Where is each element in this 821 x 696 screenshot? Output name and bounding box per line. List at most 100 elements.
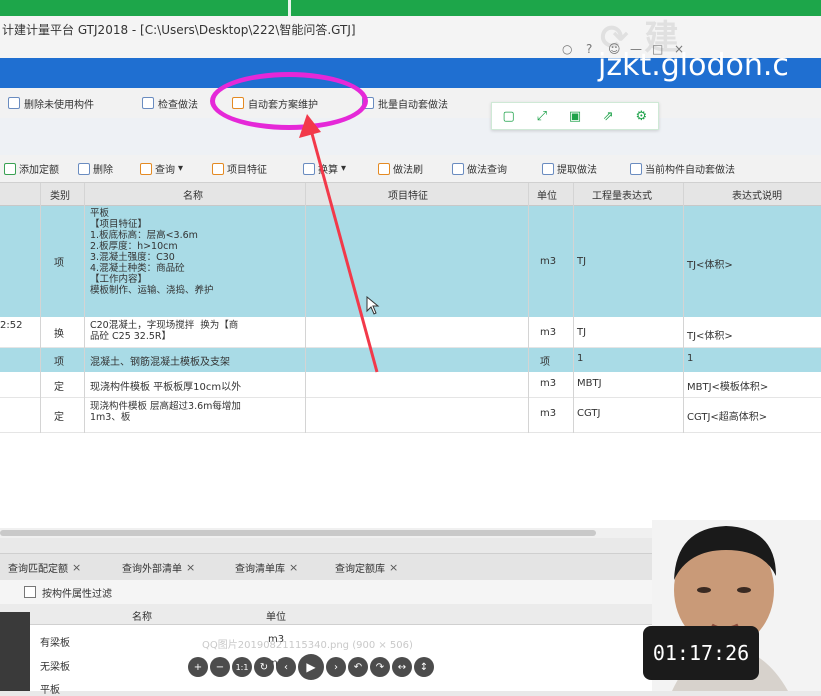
method-grid: 类别 名称 项目特征 单位 工程量表达式 表达式说明 项 平板 【项目特征】 1.板… <box>0 183 821 528</box>
lower-row-name[interactable]: 无梁板 <box>40 658 70 673</box>
fullscreen-icon[interactable]: ⤢ <box>531 109 553 124</box>
cell-name: C20混凝土，字现场搅拌 换为【商 品砼 C25 32.5R】 <box>90 320 239 342</box>
zoom-in-icon[interactable]: + <box>188 657 208 677</box>
check-method-button[interactable]: 检查做法 <box>142 95 198 111</box>
copy-icon[interactable]: ▢ <box>498 109 520 124</box>
cell-expression-desc: MBTJ<模板体积> <box>687 382 769 393</box>
rotate-icon[interactable]: ↻ <box>254 657 274 677</box>
top-bar <box>0 0 821 16</box>
floating-toolbar: ▢ ⤢ ▣ ⇗ ⚙ <box>491 102 659 130</box>
query-icon <box>452 162 464 175</box>
cell-unit: m3 <box>540 378 557 389</box>
chevron-down-icon: ▾ <box>178 163 184 174</box>
cell-expression-desc: CGTJ<超高体积> <box>687 412 768 423</box>
ribbon: 删除未使用构件 检查做法 自动套方案维护 批量自动套做法 <box>0 88 821 119</box>
fit-height-icon[interactable]: ↕ <box>414 657 434 677</box>
filter-checkbox[interactable] <box>24 586 36 598</box>
play-icon[interactable]: ▶ <box>298 654 324 680</box>
annotation-arrow <box>299 114 379 373</box>
filter-label: 按构件属性过滤 <box>42 589 112 600</box>
header-feature: 项目特征 <box>388 191 428 202</box>
image-caption: QQ图片20190821115340.png (900 × 506) <box>202 640 413 651</box>
add-quota-button[interactable]: 添加定额 <box>4 161 59 176</box>
auto-method-button[interactable]: 当前构件自动套做法 <box>630 161 735 176</box>
tab-external-list[interactable]: 查询外部清单 × <box>122 560 195 575</box>
header-name: 名称 <box>183 191 203 202</box>
query-button[interactable]: 查询 ▾ <box>140 161 183 176</box>
method-query-button[interactable]: 做法查询 <box>452 161 507 176</box>
close-icon[interactable]: × <box>186 561 195 574</box>
tab-label: 查询清单库 <box>235 564 285 575</box>
cell-category: 项 <box>54 357 64 368</box>
delete-icon <box>78 162 90 175</box>
delete-unused-button[interactable]: 删除未使用构件 <box>8 95 94 111</box>
actual-size-icon[interactable]: 1:1 <box>232 657 252 677</box>
table-row[interactable]: 项 平板 【项目特征】 1.板底标高：层高<3.6m 2.板厚度：h>10cm 3.混凝… <box>0 206 821 317</box>
scrollbar-thumb[interactable] <box>0 530 596 536</box>
extract-icon <box>542 162 554 175</box>
cell-category: 定 <box>54 382 64 393</box>
cell-unit: m3 <box>540 408 557 419</box>
tab-match-quota[interactable]: 查询匹配定额 × <box>8 560 81 575</box>
table-row[interactable]: 2:52 换 C20混凝土，字现场搅拌 换为【商 品砼 C25 32.5R】 m3… <box>0 317 821 348</box>
zoom-out-icon[interactable]: − <box>210 657 230 677</box>
table-row[interactable]: 定 现浇构件模板 平板板厚10cm以外 m3 MBTJ MBTJ<模板体积> <box>0 373 821 398</box>
settings-icon[interactable]: ⚙ <box>630 109 652 124</box>
cell-category: 项 <box>54 258 64 269</box>
method-query-label: 做法查询 <box>467 165 507 176</box>
cell-expression-desc: TJ<体积> <box>687 260 733 271</box>
work-area <box>0 118 821 158</box>
header-expression-desc: 表达式说明 <box>732 191 782 202</box>
header-name: 名称 <box>132 612 152 623</box>
circle-icon[interactable]: ○ <box>562 42 572 56</box>
cell-category: 定 <box>54 412 64 423</box>
cell-name: 现浇构件模板 层高超过3.6m每增加 1m3、板 <box>90 401 241 423</box>
previous-icon[interactable]: ‹ <box>276 657 296 677</box>
recording-timer: 01:17:26 <box>643 626 759 680</box>
method-toolbar: 添加定额 删除 查询 ▾ 项目特征 换算 ▾ 做法刷 做法查询 提取做法 当前构件自… <box>0 155 821 183</box>
close-icon[interactable]: × <box>389 561 398 574</box>
fit-width-icon[interactable]: ↔ <box>392 657 412 677</box>
table-row[interactable]: 项 混凝土、钢筋混凝土模板及支架 项 1 1 <box>0 348 821 372</box>
cell-unit: m3 <box>540 327 557 338</box>
share-icon[interactable]: ⇗ <box>597 109 619 124</box>
lower-row-name[interactable]: 平板 <box>40 681 60 696</box>
column-divider <box>40 183 41 433</box>
item-feature-button[interactable]: 项目特征 <box>212 161 267 176</box>
site-watermark: jzkt.glodon.c <box>598 48 789 83</box>
feature-icon <box>212 162 224 175</box>
cell-name: 现浇构件模板 平板板厚10cm以外 <box>90 382 242 393</box>
delete-icon <box>8 97 20 109</box>
lower-row-name[interactable]: 有梁板 <box>40 634 70 649</box>
close-icon[interactable]: × <box>72 561 81 574</box>
tab-label: 查询定额库 <box>335 564 385 575</box>
undo-icon[interactable]: ↶ <box>348 657 368 677</box>
next-icon[interactable]: › <box>326 657 346 677</box>
batch-auto-label: 批量自动套做法 <box>378 99 448 111</box>
cell-unit: m3 <box>540 256 557 267</box>
cell-name: 混凝土、钢筋混凝土模板及支架 <box>90 357 230 368</box>
delete-label: 删除 <box>93 165 113 176</box>
delete-button[interactable]: 删除 <box>78 161 113 176</box>
help-icon[interactable]: ? <box>586 42 592 56</box>
table-row[interactable]: 定 现浇构件模板 层高超过3.6m每增加 1m3、板 m3 CGTJ CGTJ<超… <box>0 398 821 433</box>
method-brush-label: 做法刷 <box>393 165 423 176</box>
delete-unused-label: 删除未使用构件 <box>24 99 94 111</box>
grid-header: 类别 名称 项目特征 单位 工程量表达式 表达式说明 <box>0 183 821 206</box>
add-quota-label: 添加定额 <box>19 165 59 176</box>
cell-expression: TJ <box>577 256 587 267</box>
column-divider <box>84 183 85 433</box>
extract-method-button[interactable]: 提取做法 <box>542 161 597 176</box>
redo-icon[interactable]: ↷ <box>370 657 390 677</box>
batch-auto-button[interactable]: 批量自动套做法 <box>362 95 448 111</box>
cell-expression: TJ <box>577 327 587 338</box>
tab-quota-library[interactable]: 查询定额库 × <box>335 560 398 575</box>
save-icon[interactable]: ▣ <box>564 109 586 124</box>
tab-list-library[interactable]: 查询清单库 × <box>235 560 298 575</box>
window-title: 计建计量平台 GTJ2018 - [C:\Users\Desktop\222\智… <box>2 23 356 37</box>
viewer-controls: + − 1:1 ↻ ‹ ▶ › ↶ ↷ ↔ ↕ <box>188 654 442 680</box>
column-divider <box>573 183 574 433</box>
cell-expression: 1 <box>577 353 584 364</box>
close-icon[interactable]: × <box>289 561 298 574</box>
arrow-head <box>299 114 321 138</box>
